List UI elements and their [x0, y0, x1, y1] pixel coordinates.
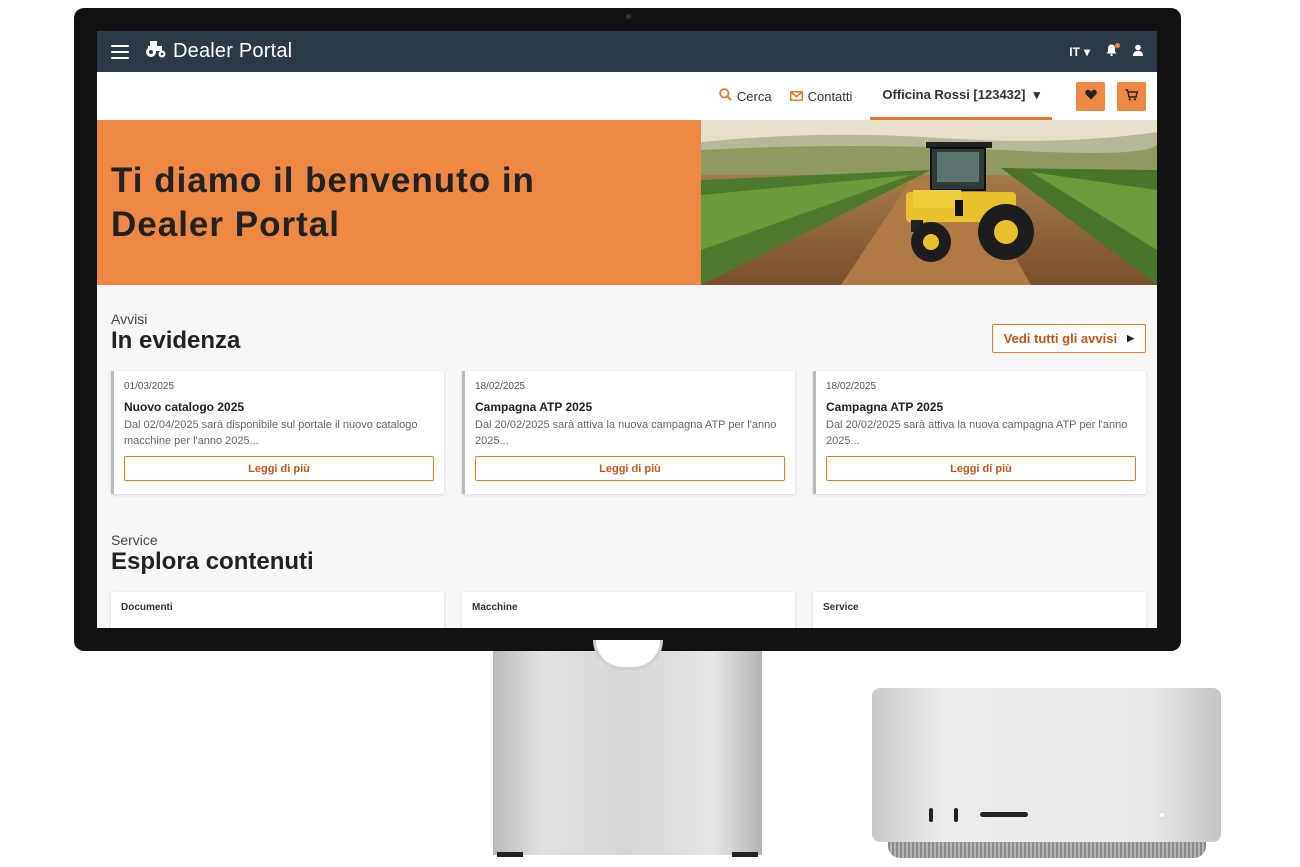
tile-documents[interactable]: Documenti — [111, 592, 444, 628]
top-navbar: Dealer Portal IT ▾ — [97, 31, 1157, 72]
cart-button[interactable] — [1117, 81, 1146, 111]
usb-port — [929, 808, 933, 822]
tractor-logo-icon — [145, 40, 167, 64]
desktop-computer-vent — [888, 842, 1206, 858]
chevron-down-icon: ▾ — [1033, 86, 1040, 102]
hero-text-panel: Ti diamo il benvenuto in Dealer Portal — [97, 120, 701, 285]
power-led — [1160, 813, 1164, 817]
search-label: Cerca — [736, 88, 772, 104]
language-selector[interactable]: IT ▾ — [1069, 45, 1090, 59]
read-more-button[interactable]: Leggi di più — [124, 456, 434, 481]
notice-text: Dal 20/02/2025 sarà attiva la nuova camp… — [475, 419, 777, 447]
notices-heading: In evidenza — [111, 327, 241, 354]
notices-section: Avvisi In evidenza Vedi tutti gli avvisi… — [97, 311, 1157, 628]
secondary-nav: Cerca Contatti Officina Rossi [123432] ▾ — [97, 72, 1157, 120]
content-tiles: Documenti Macchine Service — [111, 592, 1146, 628]
search-icon — [719, 88, 732, 104]
see-all-notices-button[interactable]: Vedi tutti gli avvisi ▶ — [991, 324, 1146, 353]
tile-machines[interactable]: Macchine — [462, 592, 795, 628]
notice-text: Dal 20/02/2025 sarà attiva la nuova camp… — [826, 419, 1128, 447]
notice-title: Campagna ATP 2025 — [475, 400, 593, 414]
notice-card: 01/03/2025 Nuovo catalogo 2025 Dal 02/04… — [111, 371, 444, 494]
language-label: IT — [1069, 44, 1080, 59]
see-all-label: Vedi tutti gli avvisi — [1003, 331, 1118, 346]
monitor-stand — [493, 651, 762, 855]
user-icon[interactable] — [1133, 44, 1143, 59]
favorites-button[interactable] — [1076, 81, 1105, 111]
chevron-right-icon: ▶ — [1127, 333, 1134, 343]
hero-title: Ti diamo il benvenuto in Dealer Portal — [111, 159, 535, 247]
hero-title-line1: Ti diamo il benvenuto in — [111, 160, 535, 200]
notification-dot — [1115, 43, 1120, 48]
service-header: Service Esplora contenuti — [111, 532, 1146, 576]
notice-text: Dal 02/04/2025 sarà disponibile sul port… — [124, 419, 418, 447]
contacts-label: Contatti — [807, 88, 853, 104]
desktop-computer — [872, 688, 1221, 842]
notice-card: 18/02/2025 Campagna ATP 2025 Dal 20/02/2… — [813, 371, 1146, 494]
cart-icon — [1125, 88, 1139, 104]
notice-title: Campagna ATP 2025 — [826, 400, 944, 414]
notice-date: 18/02/2025 — [826, 381, 877, 392]
mail-icon — [789, 89, 803, 104]
scene: Dealer Portal IT ▾ Cerca Contatti Offici… — [0, 0, 1300, 867]
account-label: Officina Rossi [123432] — [882, 87, 1026, 102]
chevron-down-icon: ▾ — [1083, 44, 1090, 59]
read-more-button[interactable]: Leggi di più — [826, 456, 1136, 481]
monitor-camera — [626, 14, 631, 19]
service-kicker: Service — [111, 532, 158, 548]
monitor: Dealer Portal IT ▾ Cerca Contatti Offici… — [74, 8, 1181, 651]
account-selector[interactable]: Officina Rossi [123432] ▾ — [870, 72, 1052, 120]
contacts-link[interactable]: Contatti — [789, 88, 853, 104]
notices-list: 01/03/2025 Nuovo catalogo 2025 Dal 02/04… — [111, 371, 1146, 494]
notice-date: 18/02/2025 — [475, 381, 526, 392]
notifications-bell-icon[interactable] — [1106, 43, 1120, 59]
notice-date: 01/03/2025 — [124, 381, 175, 392]
menu-icon[interactable] — [111, 44, 129, 59]
stand-foot-right — [732, 852, 758, 857]
hero-tractor-image — [701, 120, 1157, 285]
service-heading: Esplora contenuti — [111, 548, 314, 575]
notice-title: Nuovo catalogo 2025 — [124, 400, 245, 414]
notices-kicker: Avvisi — [111, 311, 148, 327]
hero-banner: Ti diamo il benvenuto in Dealer Portal — [97, 120, 1157, 285]
notice-card: 18/02/2025 Campagna ATP 2025 Dal 20/02/2… — [462, 371, 795, 494]
hero-title-line2: Dealer Portal — [111, 204, 340, 244]
brand-title[interactable]: Dealer Portal — [173, 40, 292, 63]
tile-service[interactable]: Service — [813, 592, 1146, 628]
screen: Dealer Portal IT ▾ Cerca Contatti Offici… — [97, 31, 1157, 628]
usb-port — [954, 808, 958, 822]
card-slot — [980, 812, 1028, 817]
search-link[interactable]: Cerca — [719, 88, 772, 104]
notices-header: Avvisi In evidenza Vedi tutti gli avvisi… — [111, 311, 1146, 355]
heart-icon — [1084, 89, 1097, 103]
read-more-button[interactable]: Leggi di più — [475, 456, 785, 481]
stand-foot-left — [497, 852, 523, 857]
